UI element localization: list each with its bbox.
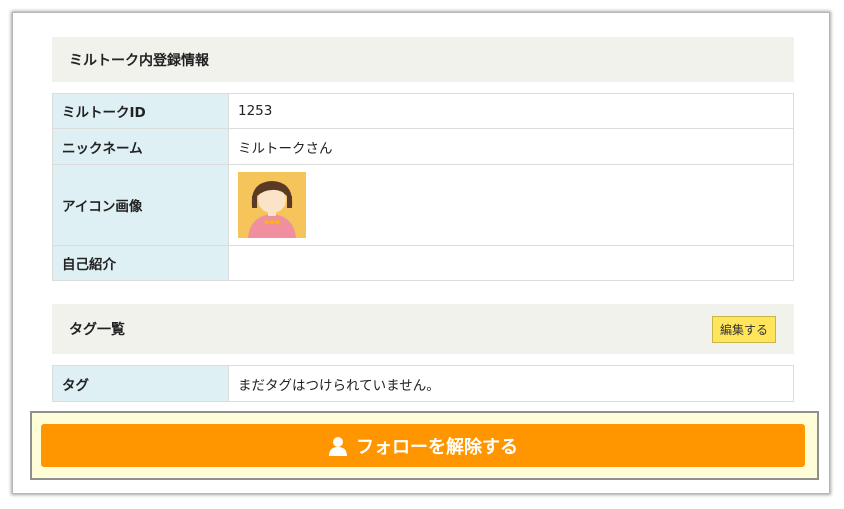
user-icon [329,436,347,456]
tags-value: まだタグはつけられていません。 [228,365,794,402]
table-row: 自己紹介 [52,245,794,281]
tags-table: タグ まだタグはつけられていません。 [52,365,794,402]
table-row: タグ まだタグはつけられていません。 [52,365,794,402]
nickname-value: ミルトークさん [228,128,794,165]
row-label: タグ [52,365,229,402]
table-row: アイコン画像 [52,164,794,246]
edit-tags-button[interactable]: 編集する [711,316,776,343]
self-intro-value [228,245,794,281]
avatar [238,172,306,238]
table-row: ミルトークID 1253 [52,93,794,129]
tags-section-title: タグ一覧 [69,322,125,338]
milltalk-id-value: 1253 [228,93,794,129]
unfollow-label: フォローを解除する [356,436,518,458]
action-bar: フォローを解除する [30,411,819,480]
avatar-cell [228,164,794,246]
tags-section-header: タグ一覧 編集する [52,304,794,354]
row-label: ニックネーム [52,128,229,165]
row-label: 自己紹介 [52,245,229,281]
profile-table: ミルトークID 1253 ニックネーム ミルトークさん アイコン画像 自己紹介 [52,93,794,281]
unfollow-button[interactable]: フォローを解除する [41,424,805,467]
profile-section-header: ミルトーク内登録情報 [52,37,794,82]
profile-section-title: ミルトーク内登録情報 [69,52,209,69]
table-row: ニックネーム ミルトークさん [52,128,794,165]
row-label: ミルトークID [52,93,229,129]
row-label: アイコン画像 [52,164,229,246]
